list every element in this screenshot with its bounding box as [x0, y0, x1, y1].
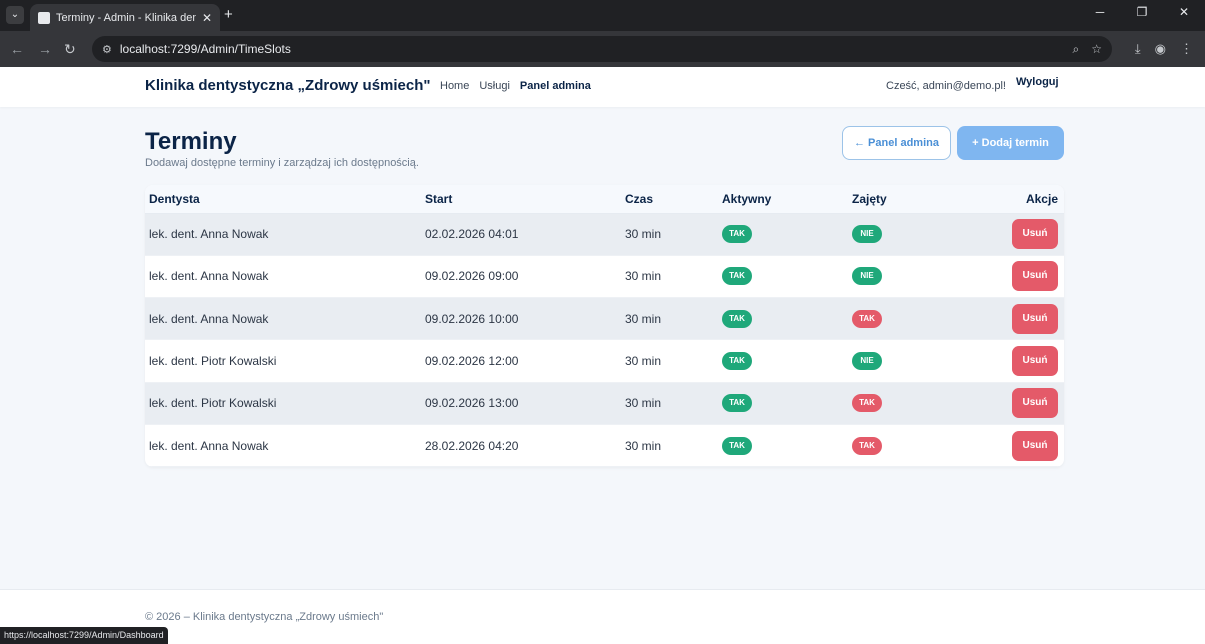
column-header-duration: Czas — [625, 185, 722, 214]
tab-close-icon[interactable]: ✕ — [202, 11, 212, 25]
nav-links: Home Usługi Panel admina — [440, 80, 591, 92]
dentist-cell: lek. dent. Anna Nowak — [145, 424, 425, 467]
back-to-admin-panel-button[interactable]: ← Panel admina — [842, 126, 951, 160]
duration-cell: 30 min — [625, 382, 722, 425]
busy-badge: TAK — [852, 394, 882, 413]
link-hover-status: https://localhost:7299/Admin/Dashboard — [0, 627, 168, 644]
column-header-dentist: Dentysta — [145, 185, 425, 214]
dentist-cell: lek. dent. Anna Nowak — [145, 213, 425, 256]
forward-arrow-icon[interactable]: → — [38, 41, 52, 57]
start-cell: 09.02.2026 09:00 — [425, 255, 625, 299]
table-row: lek. dent. Anna Nowak 09.02.2026 09:00 3… — [145, 255, 1064, 299]
page-title: Terminy — [145, 128, 237, 155]
table-row: lek. dent. Anna Nowak 09.02.2026 10:00 3… — [145, 297, 1064, 341]
busy-badge: NIE — [852, 352, 882, 371]
delete-button[interactable]: Usuń — [1012, 219, 1058, 250]
site-navbar: Klinika dentystyczna „Zdrowy uśmiech" Ho… — [0, 67, 1205, 107]
duration-cell: 30 min — [625, 297, 722, 341]
profile-icon[interactable]: ◉ — [1155, 41, 1166, 57]
page-favicon-icon — [38, 11, 50, 24]
back-arrow-icon[interactable]: ← — [10, 41, 24, 57]
dentist-cell: lek. dent. Anna Nowak — [145, 255, 425, 299]
add-time-slot-button[interactable]: + Dodaj termin — [957, 126, 1064, 160]
start-cell: 09.02.2026 12:00 — [425, 339, 625, 383]
start-cell: 09.02.2026 10:00 — [425, 297, 625, 341]
busy-badge: NIE — [852, 225, 882, 244]
time-slots-table-card: Dentysta Start Czas Aktywny Zajęty Akcje… — [145, 185, 1064, 467]
dentist-cell: lek. dent. Piotr Kowalski — [145, 339, 425, 383]
table-row: lek. dent. Anna Nowak 02.02.2026 04:01 3… — [145, 213, 1064, 256]
site-footer: © 2026 – Klinika dentystyczna „Zdrowy uś… — [0, 589, 1205, 644]
browser-tab[interactable]: Terminy - Admin - Klinika dentysty ✕ — [30, 4, 220, 31]
busy-badge: TAK — [852, 436, 882, 455]
active-badge: TAK — [722, 225, 752, 244]
more-menu-icon[interactable]: ⋮ — [1180, 41, 1193, 57]
delete-button[interactable]: Usuń — [1012, 261, 1058, 292]
delete-button[interactable]: Usuń — [1012, 388, 1058, 419]
duration-cell: 30 min — [625, 255, 722, 299]
zoom-icon[interactable]: ⌕ — [1073, 42, 1080, 57]
nav-link-home[interactable]: Home — [440, 80, 469, 92]
nav-link-admin-panel[interactable]: Panel admina — [520, 80, 591, 92]
duration-cell: 30 min — [625, 213, 722, 256]
active-badge: TAK — [722, 436, 752, 455]
busy-badge: TAK — [852, 309, 882, 328]
column-header-actions: Akcje — [982, 185, 1064, 214]
duration-cell: 30 min — [625, 339, 722, 383]
download-icon[interactable]: ⤓ — [1135, 41, 1141, 57]
active-badge: TAK — [722, 352, 752, 371]
delete-button[interactable]: Usuń — [1012, 346, 1058, 377]
tab-search-icon[interactable]: ⌄ — [6, 6, 24, 24]
url-text[interactable]: localhost:7299/Admin/TimeSlots — [120, 42, 291, 56]
logout-button[interactable]: Wyloguj — [1016, 76, 1059, 88]
time-slots-table: Dentysta Start Czas Aktywny Zajęty Akcje… — [145, 185, 1064, 467]
column-header-start: Start — [425, 185, 625, 214]
bookmark-star-icon[interactable]: ☆ — [1091, 42, 1102, 57]
column-header-busy: Zajęty — [852, 185, 982, 214]
table-row: lek. dent. Piotr Kowalski 09.02.2026 12:… — [145, 339, 1064, 383]
site-settings-icon[interactable]: ⚙ — [102, 43, 112, 56]
user-greeting: Cześć, admin@demo.pl! — [886, 80, 1006, 92]
reload-icon[interactable]: ↻ — [64, 41, 76, 58]
table-row: lek. dent. Piotr Kowalski 09.02.2026 13:… — [145, 382, 1064, 425]
column-header-active: Aktywny — [722, 185, 852, 214]
start-cell: 28.02.2026 04:20 — [425, 424, 625, 467]
start-cell: 09.02.2026 13:00 — [425, 382, 625, 425]
active-badge: TAK — [722, 267, 752, 286]
dentist-cell: lek. dent. Anna Nowak — [145, 297, 425, 341]
url-omnibox[interactable]: ⚙ localhost:7299/Admin/TimeSlots ⌕ ☆ — [92, 36, 1112, 62]
close-window-icon[interactable]: ✕ — [1163, 0, 1205, 24]
duration-cell: 30 min — [625, 424, 722, 467]
busy-badge: NIE — [852, 267, 882, 286]
active-badge: TAK — [722, 309, 752, 328]
delete-button[interactable]: Usuń — [1012, 430, 1058, 461]
table-header-row: Dentysta Start Czas Aktywny Zajęty Akcje — [145, 185, 1064, 214]
page-subtitle: Dodawaj dostępne terminy i zarządzaj ich… — [145, 157, 419, 169]
delete-button[interactable]: Usuń — [1012, 303, 1058, 334]
nav-link-services[interactable]: Usługi — [479, 80, 510, 92]
minimize-icon[interactable]: ─ — [1079, 0, 1121, 24]
start-cell: 02.02.2026 04:01 — [425, 213, 625, 256]
browser-tab-bar: ⌄ Terminy - Admin - Klinika dentysty ✕ +… — [0, 0, 1205, 31]
active-badge: TAK — [722, 394, 752, 413]
window-controls: ─ ❐ ✕ — [1079, 0, 1205, 24]
restore-icon[interactable]: ❐ — [1121, 0, 1163, 24]
table-row: lek. dent. Anna Nowak 28.02.2026 04:20 3… — [145, 424, 1064, 467]
browser-address-bar: ← → ↻ ⚙ localhost:7299/Admin/TimeSlots ⌕… — [0, 31, 1205, 67]
dentist-cell: lek. dent. Piotr Kowalski — [145, 382, 425, 425]
new-tab-icon[interactable]: + — [224, 6, 233, 23]
brand-link[interactable]: Klinika dentystyczna „Zdrowy uśmiech" — [145, 77, 431, 94]
tab-title: Terminy - Admin - Klinika dentysty — [56, 11, 196, 24]
footer-copyright: © 2026 – Klinika dentystyczna „Zdrowy uś… — [145, 611, 384, 623]
